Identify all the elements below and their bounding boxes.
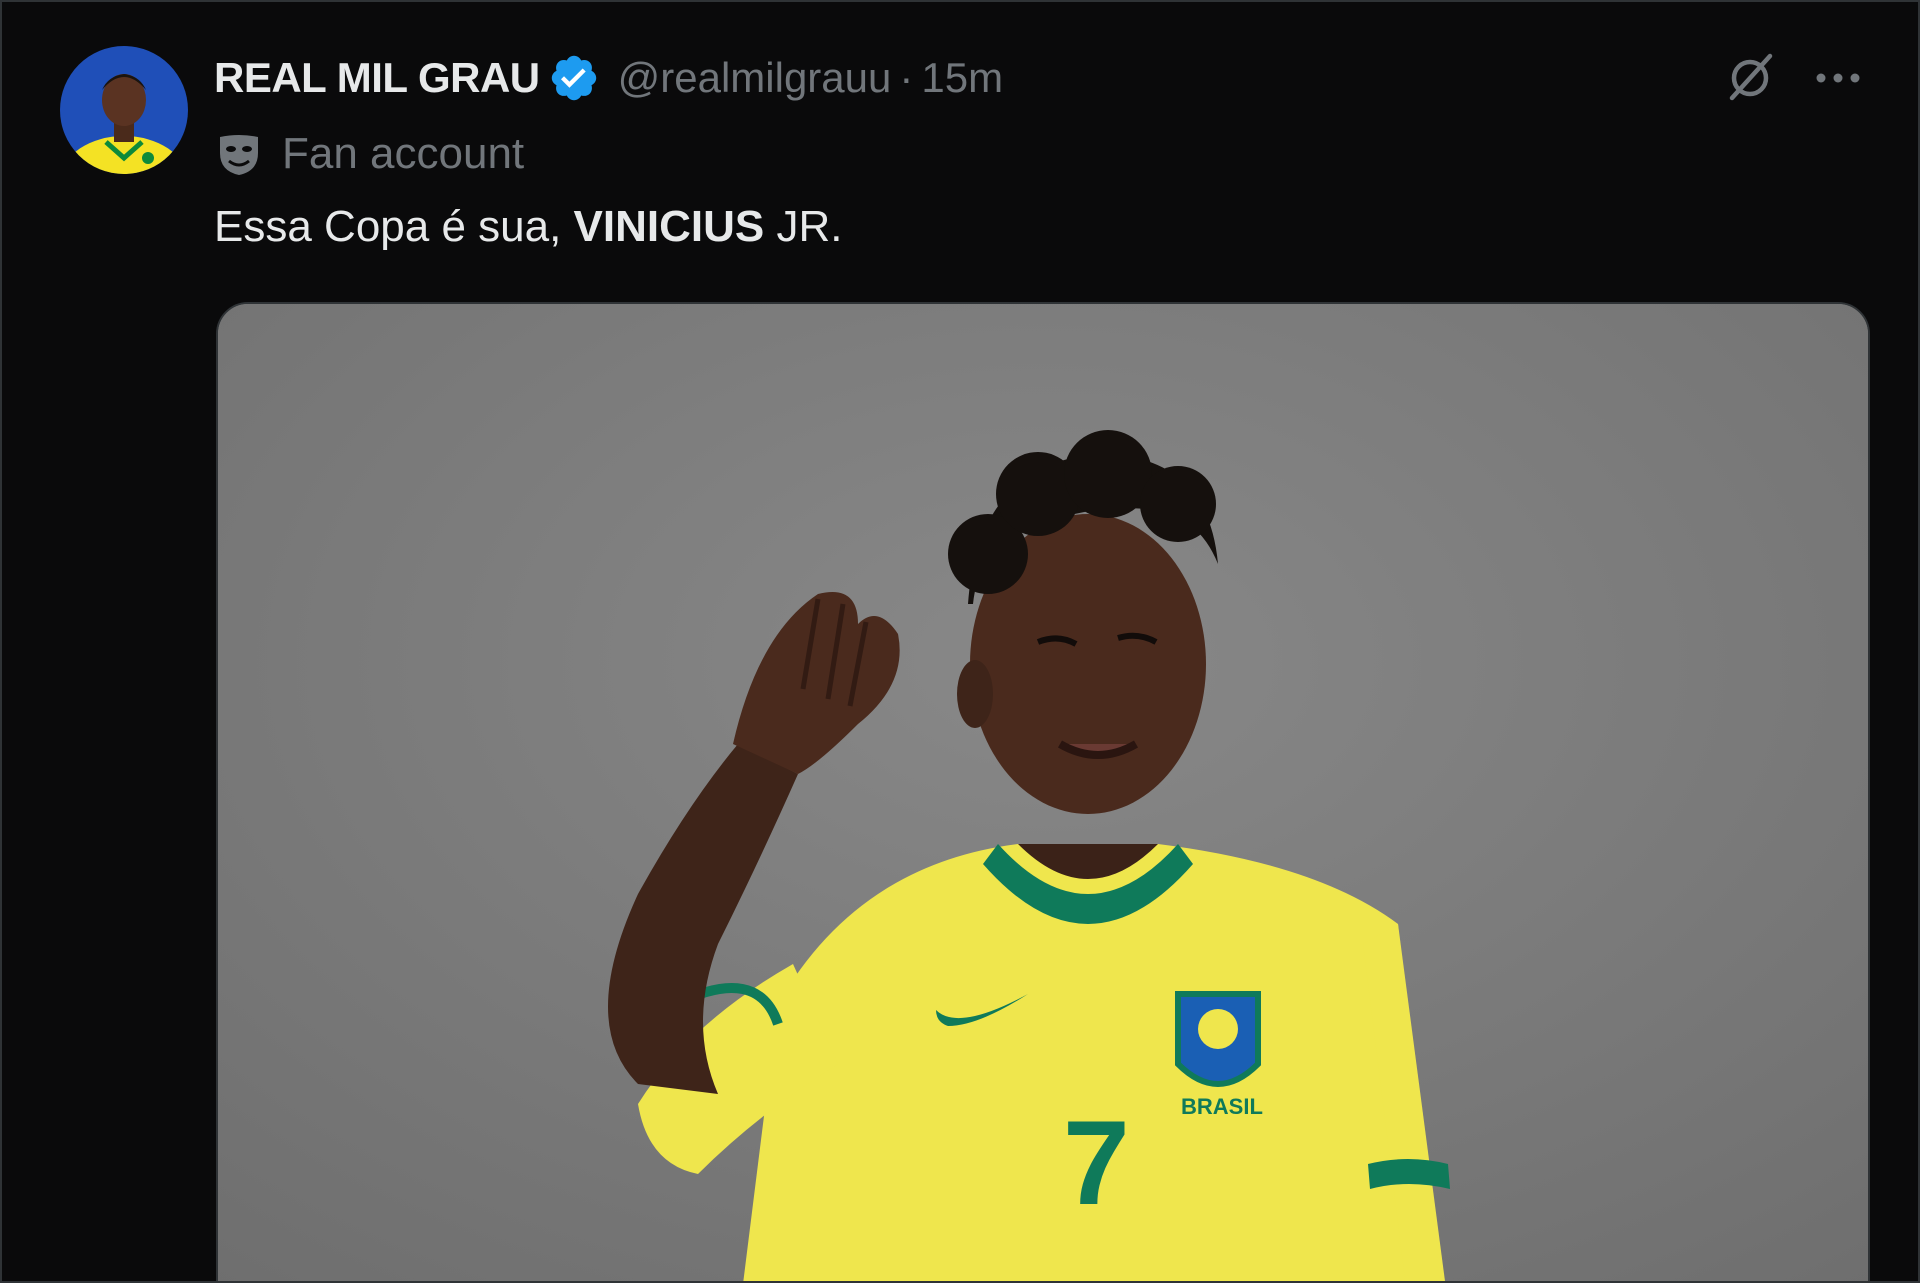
player-photo: BRASIL 7	[218, 304, 1868, 1281]
account-label[interactable]: Fan account	[216, 126, 524, 182]
tweet-text-part1: Essa Copa é sua,	[214, 202, 574, 251]
timestamp[interactable]: 15m	[921, 54, 1003, 102]
grok-button[interactable]	[1720, 48, 1780, 108]
more-options-button[interactable]	[1808, 48, 1868, 108]
tweet-card[interactable]: REAL MIL GRAU @realmilgrauu · 15m Fan ac…	[0, 0, 1920, 1283]
jersey-number: 7	[1063, 1096, 1130, 1230]
display-name[interactable]: REAL MIL GRAU	[214, 54, 540, 102]
tweet-text: Essa Copa é sua, VINICIUS JR.	[214, 202, 842, 252]
separator-dot: ·	[899, 54, 914, 101]
avatar-illustration	[60, 46, 188, 174]
handle[interactable]: @realmilgrauu	[618, 54, 892, 102]
grok-icon	[1729, 53, 1773, 101]
more-options-icon	[1816, 73, 1860, 83]
tweet-text-part2: JR.	[764, 202, 843, 251]
verified-badge-icon[interactable]	[548, 52, 600, 104]
account-label-text: Fan account	[282, 129, 525, 178]
tweet-header: REAL MIL GRAU @realmilgrauu · 15m	[214, 50, 1003, 106]
tweet-text-bold: VINICIUS	[573, 202, 765, 251]
tweet-media-photo[interactable]: BRASIL 7	[216, 302, 1870, 1281]
mask-icon	[216, 131, 262, 177]
avatar[interactable]	[60, 46, 188, 174]
jersey-brand-text: BRASIL	[1181, 1094, 1263, 1119]
